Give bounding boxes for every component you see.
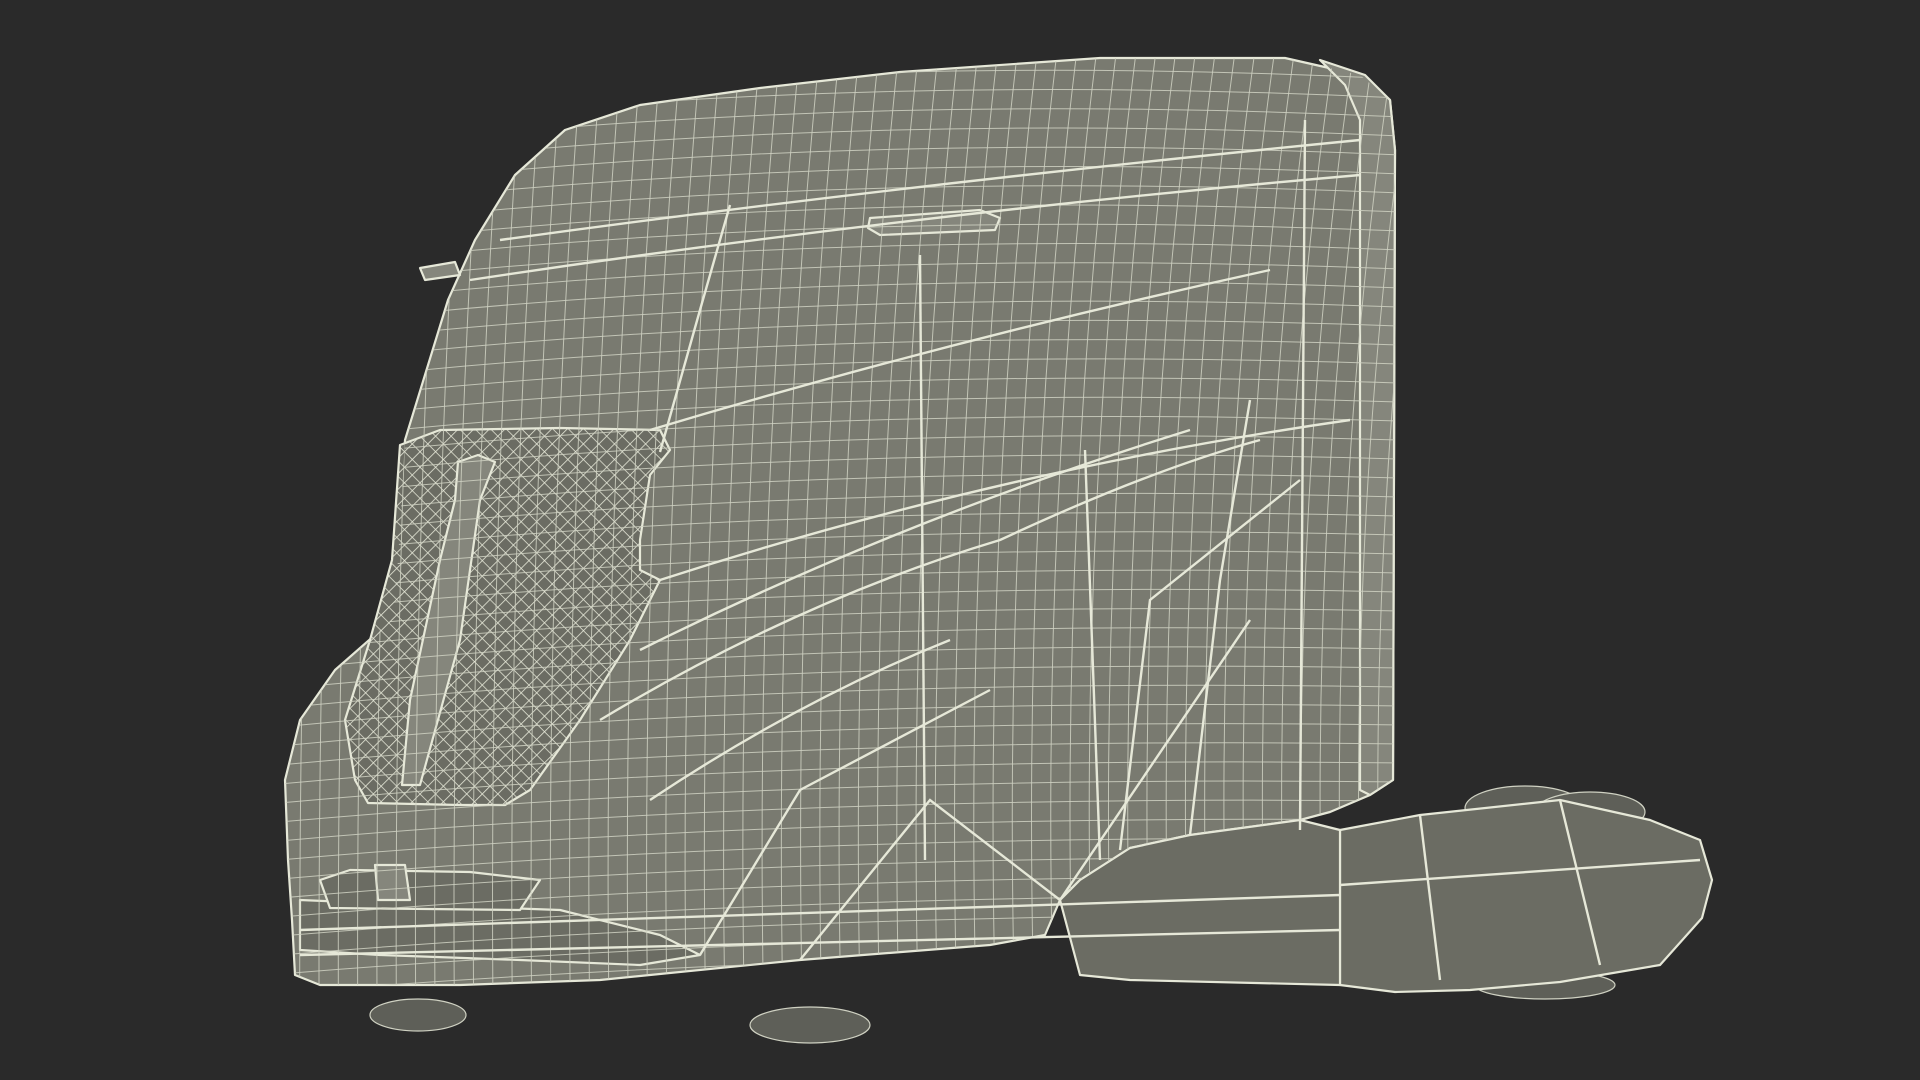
visor-spoiler bbox=[418, 260, 462, 282]
rear-chassis bbox=[1338, 798, 1714, 994]
bumper-vent bbox=[318, 868, 542, 912]
render-viewport bbox=[0, 0, 1920, 1080]
wireframe-scene bbox=[283, 56, 1714, 1044]
front-wheel-left bbox=[369, 998, 467, 1032]
front-wheel-right bbox=[749, 1006, 871, 1044]
